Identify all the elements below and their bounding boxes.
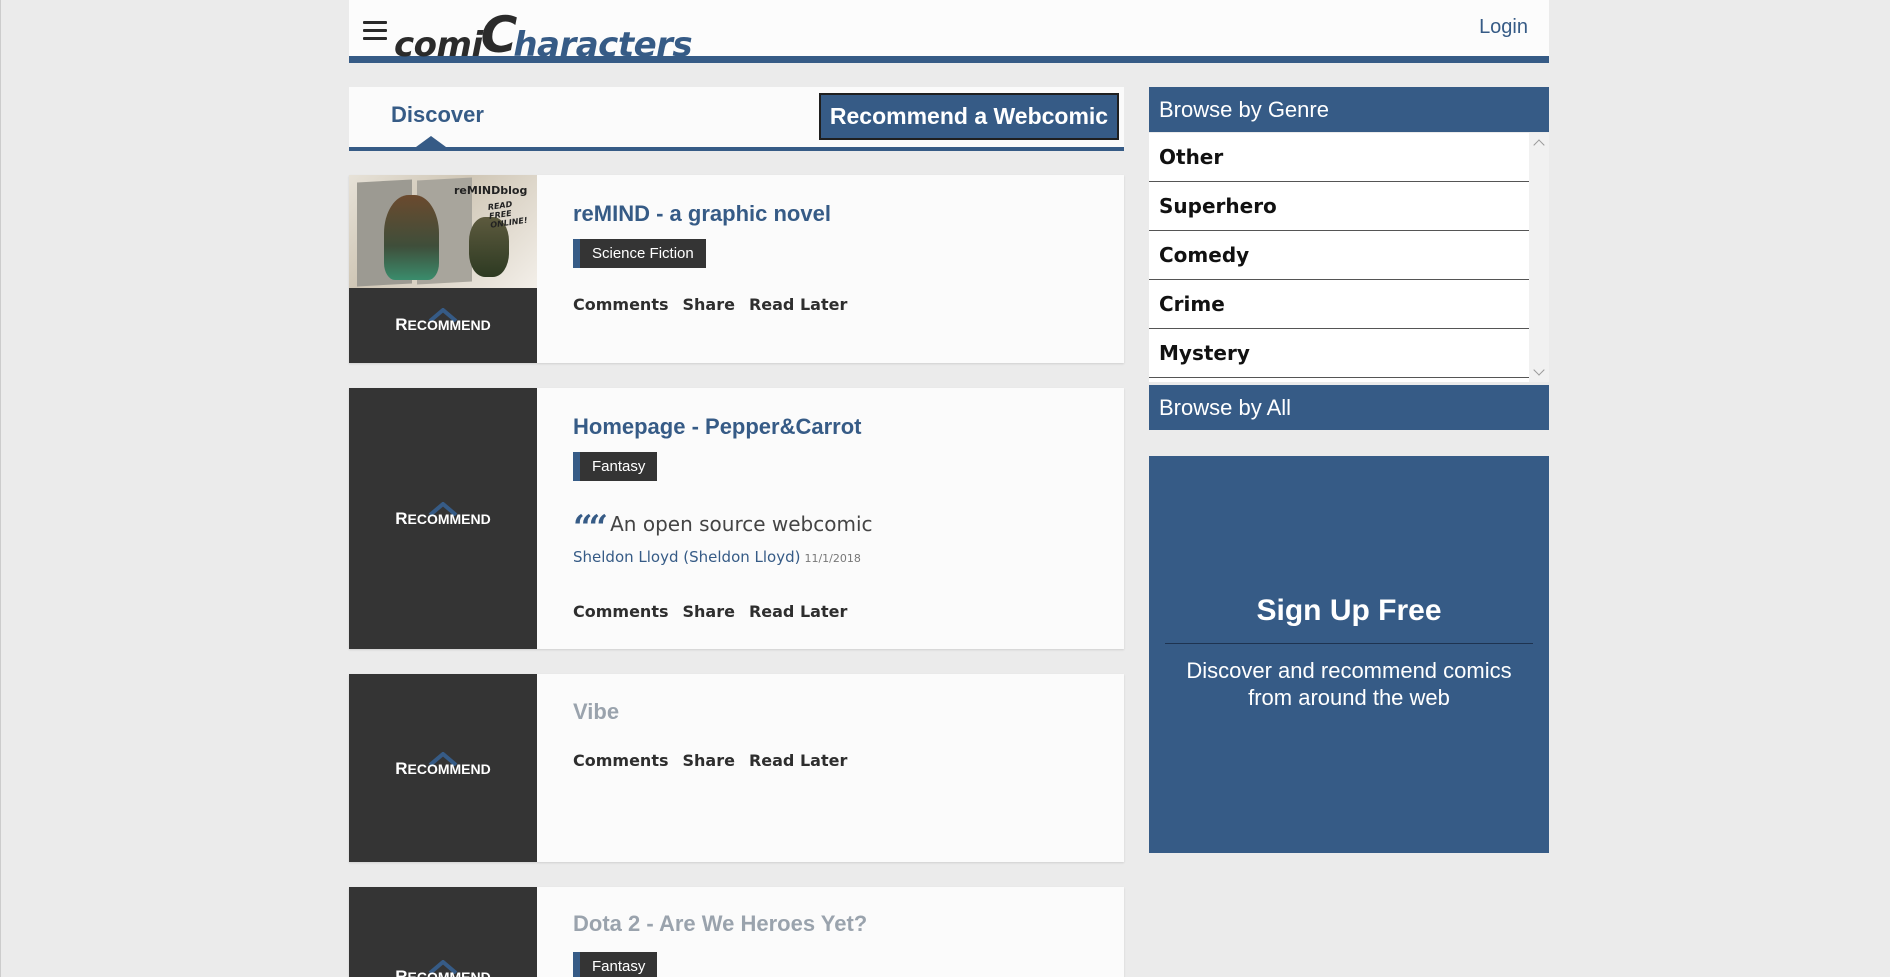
tab-discover[interactable]: Discover [391, 102, 484, 128]
page-edge [0, 0, 1, 977]
signup-description: Discover and recommend comics from aroun… [1186, 658, 1512, 710]
read-later-link[interactable]: Read Later [749, 602, 847, 621]
recommend-button[interactable]: RECOMMEND [349, 502, 537, 529]
card-actions: Comments Share Read Later [573, 295, 861, 314]
recommend-label-rest: ECOMMEND [407, 761, 491, 777]
genre-tag[interactable]: Fantasy [573, 952, 658, 977]
share-link[interactable]: Share [683, 602, 735, 621]
menu-icon[interactable] [363, 21, 387, 41]
share-link[interactable]: Share [683, 751, 735, 770]
card-actions: Comments Share Read Later [573, 751, 861, 770]
comic-title[interactable]: reMIND - a graphic novel [573, 201, 831, 227]
card-left-panel: RECOMMEND [349, 674, 537, 862]
read-later-link[interactable]: Read Later [749, 295, 847, 314]
recommend-label-first: R [395, 315, 408, 334]
recommend-label-first: R [395, 759, 408, 778]
thumbnail-text: reMINDblog [454, 184, 528, 197]
genre-item-comedy[interactable]: Comedy [1149, 231, 1529, 280]
share-link[interactable]: Share [683, 295, 735, 314]
genre-tag[interactable]: Science Fiction [573, 239, 706, 268]
author-link[interactable]: Sheldon Lloyd (Sheldon Lloyd) [573, 548, 800, 566]
genre-item-mystery[interactable]: Mystery [1149, 329, 1529, 378]
site-logo[interactable]: comiCharacters [394, 2, 693, 65]
comic-card: RECOMMEND Dota 2 - Are We Heroes Yet? Fa… [349, 887, 1124, 977]
signup-panel[interactable]: Sign Up Free Discover and recommend comi… [1149, 456, 1549, 853]
genre-item-other[interactable]: Other [1149, 133, 1529, 182]
discover-bar: Discover Recommend a Webcomic [349, 87, 1124, 151]
genre-tag[interactable]: Fantasy [573, 452, 658, 481]
thumbnail-subtext: READ FREE ONLINE! [487, 199, 529, 230]
signup-divider [1165, 643, 1533, 644]
read-later-link[interactable]: Read Later [749, 751, 847, 770]
comic-card: reMINDblog READ FREE ONLINE! RECOMMEND r… [349, 175, 1124, 363]
recommend-webcomic-button[interactable]: Recommend a Webcomic [819, 93, 1119, 140]
recommend-label-rest: ECOMMEND [407, 969, 491, 977]
active-tab-indicator [416, 136, 446, 147]
genre-scrollbar[interactable] [1529, 133, 1549, 382]
card-left-panel: RECOMMEND [349, 887, 537, 977]
recommend-button[interactable]: RECOMMEND [349, 752, 537, 779]
card-body: Homepage - Pepper&Carrot Fantasy ““ An op… [573, 388, 1124, 649]
comic-quote: ““ An open source webcomic [573, 508, 873, 548]
recommend-label-first: R [395, 967, 408, 977]
signup-title: Sign Up Free [1256, 594, 1442, 627]
card-body: Dota 2 - Are We Heroes Yet? Fantasy [573, 887, 1124, 977]
card-body: Vibe Comments Share Read Later [573, 674, 1124, 862]
recommend-button[interactable]: RECOMMEND [349, 308, 537, 335]
byline: Sheldon Lloyd (Sheldon Lloyd) 11/1/2018 [573, 548, 861, 566]
recommend-label-rest: ECOMMEND [407, 511, 491, 527]
logo-text-comi: comi [394, 25, 483, 65]
genre-item-superhero[interactable]: Superhero [1149, 182, 1529, 231]
comic-thumbnail[interactable]: reMINDblog READ FREE ONLINE! [349, 175, 537, 288]
comic-card: RECOMMEND Vibe Comments Share Read Later [349, 674, 1124, 862]
genre-item-crime[interactable]: Crime [1149, 280, 1529, 329]
comic-card: RECOMMEND Homepage - Pepper&Carrot Fanta… [349, 388, 1124, 649]
comments-link[interactable]: Comments [573, 751, 669, 770]
scroll-up-icon[interactable] [1533, 139, 1545, 151]
card-body: reMIND - a graphic novel Science Fiction… [573, 175, 1124, 363]
comic-title[interactable]: Vibe [573, 699, 619, 725]
card-left-panel: RECOMMEND [349, 388, 537, 649]
scroll-down-icon[interactable] [1533, 364, 1545, 376]
genre-list: Other Superhero Comedy Crime Mystery [1149, 133, 1549, 382]
card-actions: Comments Share Read Later [573, 602, 861, 621]
post-date: 11/1/2018 [804, 552, 861, 565]
quote-text: An open source webcomic [610, 512, 873, 536]
recommend-button[interactable]: RECOMMEND [349, 960, 537, 977]
logo-text-haracters: haracters [513, 25, 693, 65]
login-link[interactable]: Login [1479, 16, 1528, 39]
browse-by-all-heading[interactable]: Browse by All [1149, 385, 1549, 430]
comments-link[interactable]: Comments [573, 295, 669, 314]
logo-text-c: C [480, 6, 518, 64]
comic-title[interactable]: Dota 2 - Are We Heroes Yet? [573, 911, 867, 937]
quote-icon: ““ [573, 508, 608, 548]
card-left-panel: reMINDblog READ FREE ONLINE! RECOMMEND [349, 175, 537, 363]
site-header: comiCharacters Login [349, 0, 1549, 65]
recommend-label-first: R [395, 509, 408, 528]
recommend-label-rest: ECOMMEND [407, 317, 491, 333]
comic-title[interactable]: Homepage - Pepper&Carrot [573, 414, 862, 440]
comments-link[interactable]: Comments [573, 602, 669, 621]
browse-by-genre-heading[interactable]: Browse by Genre [1149, 87, 1549, 132]
